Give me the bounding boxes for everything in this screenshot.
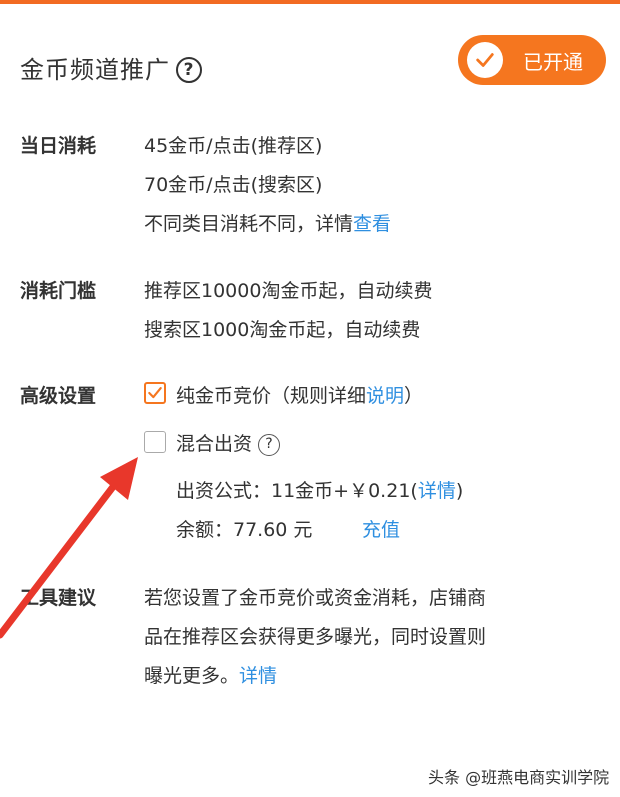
daily-cost-search: 70金币/点击(搜索区) [144, 174, 323, 196]
red-arrow-annotation [0, 457, 138, 639]
gold-bid-option: 纯金币竞价（规则详细说明） [176, 381, 423, 408]
checkbox-check-icon [148, 387, 162, 399]
gold-bid-checkbox[interactable] [144, 382, 166, 404]
help-icon[interactable]: ? [258, 434, 281, 456]
tool-tip-line3: 曝光更多。详情 [144, 661, 277, 688]
funding-formula-tail: ) [455, 480, 464, 502]
balance-text: 余额：77.60 元 [176, 519, 313, 541]
mixed-funding-checkbox[interactable] [144, 431, 166, 453]
page-title: 金币频道推广? [20, 50, 202, 85]
tool-tip-line1: 若您设置了金币竞价或资金消耗，店铺商 [144, 587, 487, 609]
daily-cost-label: 当日消耗 [20, 135, 97, 157]
page-title-text: 金币频道推广 [20, 56, 170, 84]
mixed-funding-label: 混合出资 [176, 433, 253, 455]
status-open-button[interactable]: 已开通 [458, 35, 606, 85]
gold-bid-tail: ） [404, 385, 424, 407]
threshold-recommend: 推荐区10000淘金币起，自动续费 [144, 280, 433, 302]
funding-formula: 出资公式：11金币+￥0.21(详情) [176, 476, 463, 503]
tool-tip-line3-text: 曝光更多。 [144, 665, 240, 687]
funding-formula-text: 出资公式：11金币+￥0.21( [176, 480, 418, 502]
threshold-search: 搜索区1000淘金币起，自动续费 [144, 319, 421, 341]
daily-cost-note: 不同类目消耗不同，详情查看 [144, 209, 391, 236]
advanced-settings-label: 高级设置 [20, 385, 97, 407]
view-details-link[interactable]: 查看 [353, 213, 391, 235]
rules-explain-link[interactable]: 说明 [366, 385, 404, 407]
tip-details-link[interactable]: 详情 [239, 665, 277, 687]
watermark: 头条 @班燕电商实训学院 [428, 768, 610, 787]
gold-bid-label: 纯金币竞价（规则详细 [176, 385, 367, 407]
formula-details-link[interactable]: 详情 [418, 480, 456, 502]
recharge-link[interactable]: 充值 [362, 515, 400, 542]
status-open-label: 已开通 [523, 49, 583, 74]
threshold-label: 消耗门槛 [20, 280, 97, 302]
mixed-funding-option: 混合出资? [176, 429, 281, 456]
help-icon[interactable]: ? [176, 57, 202, 83]
tool-tip-line2: 品在推荐区会获得更多曝光，同时设置则 [144, 626, 487, 648]
daily-cost-note-text: 不同类目消耗不同，详情 [144, 213, 354, 235]
top-accent-bar [0, 0, 620, 4]
check-icon [467, 42, 503, 78]
daily-cost-recommend: 45金币/点击(推荐区) [144, 135, 323, 157]
